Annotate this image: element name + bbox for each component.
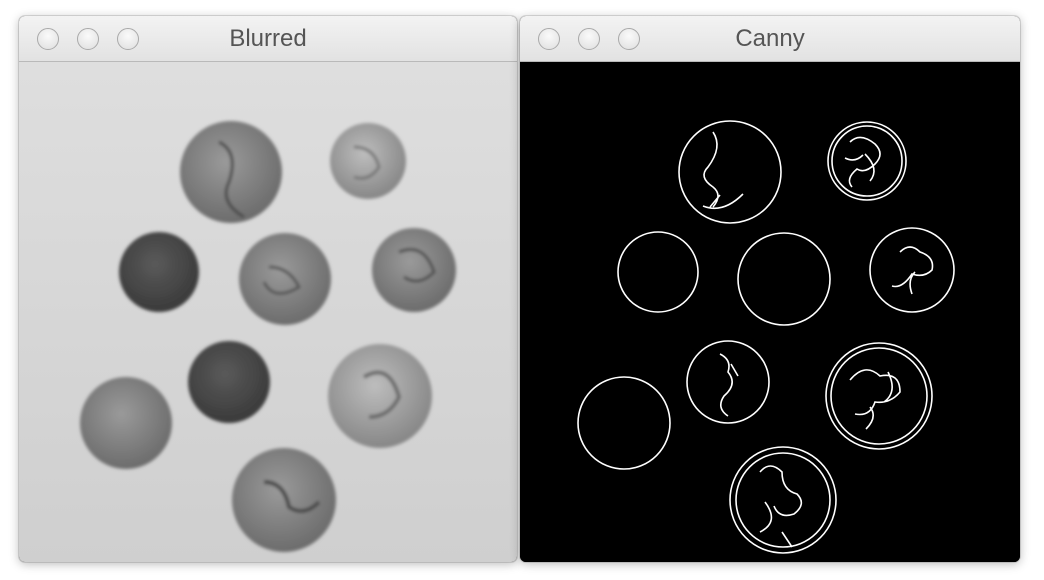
coin-icon — [330, 123, 406, 199]
canny-background — [520, 62, 1020, 562]
titlebar[interactable]: Blurred — [19, 16, 517, 62]
window-title: Canny — [735, 25, 805, 52]
coin-icon — [372, 228, 456, 312]
coin-icon — [328, 344, 432, 448]
window-title: Blurred — [229, 25, 307, 52]
titlebar[interactable]: Canny — [520, 16, 1020, 62]
coin-icon — [188, 341, 270, 423]
window-canny: Canny — [520, 16, 1020, 562]
coin-icon — [239, 233, 331, 325]
coin-icon — [80, 377, 172, 469]
coin-icon — [232, 448, 336, 552]
canny-image — [520, 62, 1020, 562]
blurred-image — [19, 62, 517, 562]
window-blurred: Blurred — [19, 16, 517, 562]
coin-icon — [119, 232, 199, 312]
